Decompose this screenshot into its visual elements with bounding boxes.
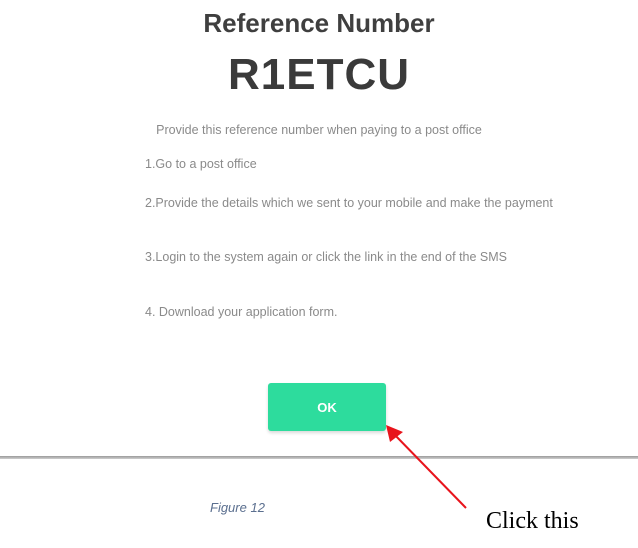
screenshot-bottom-border: [0, 456, 638, 459]
step-1: 1.Go to a post office: [145, 157, 257, 171]
step-2: 2.Provide the details which we sent to y…: [145, 196, 553, 210]
dialog-title: Reference Number: [203, 8, 435, 38]
reference-code: R1ETCU: [227, 50, 411, 99]
instruction-text: Provide this reference number when payin…: [156, 123, 482, 137]
reference-number-dialog: Reference Number R1ETCU Provide this ref…: [0, 0, 638, 456]
ok-button[interactable]: OK: [268, 383, 386, 431]
figure-caption: Figure 12: [210, 500, 265, 515]
step-3: 3.Login to the system again or click the…: [145, 250, 508, 264]
callout-text: Click this: [486, 508, 579, 534]
step-4: 4. Download your application form.: [145, 305, 338, 319]
